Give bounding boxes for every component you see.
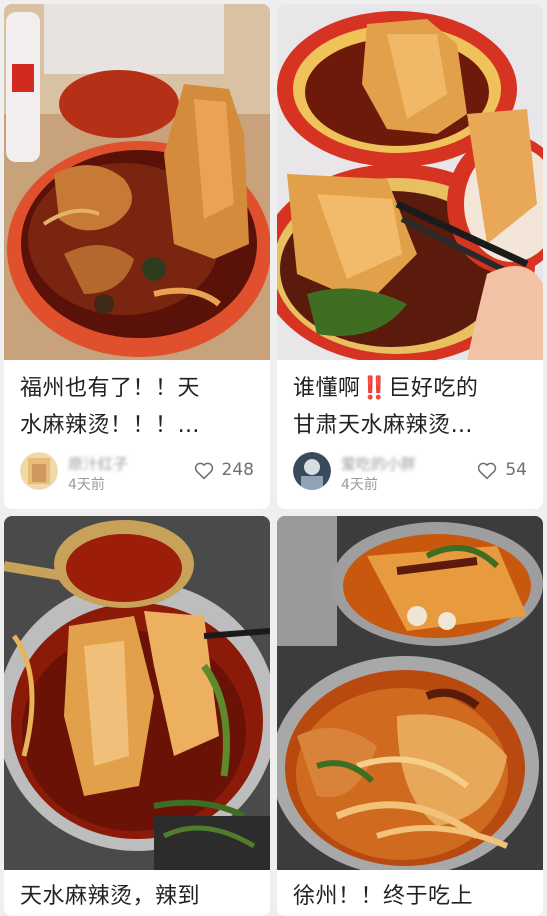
post-time: 4天前 <box>68 477 105 493</box>
feed-card-4[interactable]: 徐州！！终于吃上 <box>277 516 543 916</box>
like-count: 248 <box>221 460 254 480</box>
card-title-line: 徐州！！终于吃上 <box>293 884 474 909</box>
like-count: 54 <box>505 460 527 480</box>
card-meta: 原汁红子 4天前 248 <box>20 452 254 493</box>
card-image-food-plate[interactable] <box>277 4 543 360</box>
avatar-icon <box>20 452 58 490</box>
author-name[interactable]: 爱吃的小胖 <box>341 453 416 474</box>
feed-card-1[interactable]: 福州也有了！！天 水麻辣烫！！！… 原汁红子 4天前 248 <box>4 4 270 509</box>
card-title[interactable]: 徐州！！终于吃上 <box>293 878 529 915</box>
card-image-food-plate[interactable] <box>4 4 270 360</box>
card-title-line: 天水麻辣烫，辣到 <box>20 884 201 909</box>
like-button[interactable]: 248 <box>194 460 254 480</box>
card-title[interactable]: 谁懂啊‼️巨好吃的 甘肃天水麻辣烫… <box>293 370 529 444</box>
food-photo-icon <box>4 4 270 360</box>
food-photo-icon <box>277 516 543 870</box>
feed-card-2[interactable]: 谁懂啊‼️巨好吃的 甘肃天水麻辣烫… 爱吃的小胖 4天前 54 <box>277 4 543 509</box>
card-title-line: 水麻辣烫！！！… <box>20 413 201 438</box>
heart-icon <box>478 462 497 479</box>
food-photo-icon <box>4 516 270 870</box>
like-button[interactable]: 54 <box>477 460 527 480</box>
card-title-line: 福州也有了！！天 <box>20 376 201 401</box>
card-image-food-pot[interactable] <box>277 516 543 870</box>
card-title-line: 谁懂啊‼️巨好吃的 <box>293 376 479 401</box>
heart-icon <box>194 462 213 479</box>
card-title[interactable]: 福州也有了！！天 水麻辣烫！！！… <box>20 370 256 444</box>
card-title[interactable]: 天水麻辣烫，辣到 <box>20 878 256 915</box>
card-meta: 爱吃的小胖 4天前 54 <box>293 452 527 493</box>
post-time: 4天前 <box>341 477 378 493</box>
card-image-food-pot[interactable] <box>4 516 270 870</box>
avatar[interactable] <box>293 452 331 490</box>
card-title-line: 甘肃天水麻辣烫… <box>293 413 474 438</box>
avatar[interactable] <box>20 452 58 490</box>
feed-card-3[interactable]: 天水麻辣烫，辣到 <box>4 516 270 916</box>
author-name[interactable]: 原汁红子 <box>68 453 128 474</box>
avatar-icon <box>293 452 331 490</box>
food-photo-icon <box>277 4 543 360</box>
